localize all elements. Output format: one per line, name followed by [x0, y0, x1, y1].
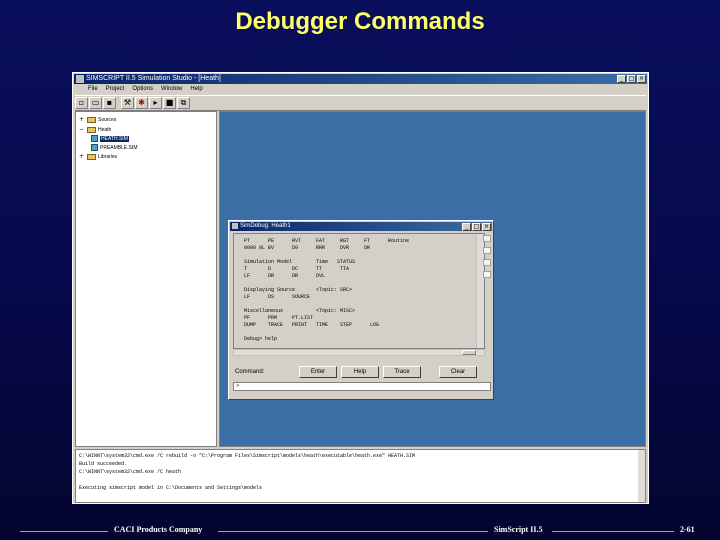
output-line: 0000 0L BV D0 RRR DVR DR [238, 245, 371, 251]
menubar: File Project Options Window Help [74, 84, 647, 94]
tree-item-label: PREAMBLE.SIM [100, 144, 138, 151]
toolbar: ▫ ▭ ▪ ⚒ ✱ ▸ ■ ⧉ [75, 95, 646, 111]
debug-icon[interactable]: ✱ [135, 97, 148, 109]
slide-title: Debugger Commands [235, 8, 485, 35]
stop-icon[interactable]: ■ [163, 97, 176, 109]
debug-window-icon [232, 223, 238, 229]
tree-item-sources[interactable]: + Sources [79, 115, 116, 124]
close-icon[interactable]: × [482, 223, 491, 231]
app-icon [76, 75, 84, 83]
tree-item-heath[interactable]: − Heath [79, 125, 111, 134]
tree-item-preamble-sim[interactable]: PREAMBLE.SIM [91, 143, 138, 152]
tree-item-label: Libraries [98, 153, 118, 160]
tree-item-heath-sim[interactable]: HEATH.SIM [91, 134, 129, 143]
footer-page-number: 2-61 [680, 525, 695, 534]
clear-button[interactable]: Clear [439, 366, 477, 378]
console-line: Build succeeded. [79, 461, 128, 467]
open-icon[interactable]: ▭ [89, 97, 102, 109]
menu-window[interactable]: Window [161, 84, 182, 94]
close-icon[interactable]: × [637, 75, 646, 83]
side-button[interactable] [483, 247, 491, 254]
menu-file[interactable]: File [88, 84, 98, 94]
minimize-icon[interactable]: _ [617, 75, 626, 83]
app-window-title: SIMSCRIPT II.5 Simulation Studio - [Heat… [86, 75, 221, 82]
output-line: Debug> help [238, 336, 278, 342]
new-icon[interactable]: ▫ [75, 97, 88, 109]
footer-rule [20, 531, 108, 532]
menu-options[interactable]: Options [132, 84, 153, 94]
output-line: DUMP TRACE PRINT TIME STEP LOG [238, 322, 380, 328]
console-line: C:\WINNT\system32\cmd.exe /C rebuild -o … [79, 453, 416, 459]
help-button[interactable]: Help [341, 366, 379, 378]
simulation-studio-window: SIMSCRIPT II.5 Simulation Studio - [Heat… [72, 72, 649, 504]
command-input[interactable]: > [233, 382, 491, 391]
app-titlebar[interactable]: SIMSCRIPT II.5 Simulation Studio - [Heat… [74, 74, 647, 84]
mdi-workspace: SimDebug: Heath1 _ □ × PT PE RVT FAT RGT… [219, 111, 646, 447]
output-line: Displaying Source <Topic: SRC> [238, 287, 353, 293]
collapse-icon[interactable]: − [79, 126, 85, 133]
folder-icon [87, 153, 96, 160]
side-buttons [483, 235, 491, 278]
tree-item-label: Sources [98, 116, 117, 123]
build-output-pane[interactable]: C:\WINNT\system32\cmd.exe /C rebuild -o … [75, 449, 646, 503]
run-icon[interactable]: ▸ [149, 97, 162, 109]
console-scrollbar[interactable] [638, 450, 645, 502]
folder-icon [87, 126, 96, 133]
folder-icon [87, 116, 96, 123]
source-file-icon [91, 135, 98, 142]
scroll-thumb[interactable] [462, 350, 476, 355]
tree-item-label: HEATH.SIM [100, 135, 129, 142]
output-line: Simulation Model Time STATUS [238, 259, 356, 265]
output-line: T D DC TT TTA [238, 266, 350, 272]
expand-icon[interactable]: + [79, 116, 85, 123]
console-line: C:\WINNT\system32\cmd.exe /C heath [79, 469, 182, 475]
menu-project[interactable]: Project [106, 84, 125, 94]
output-line: Miscellaneous <Topic: MISC> [238, 308, 356, 314]
simdebug-window: SimDebug: Heath1 _ □ × PT PE RVT FAT RGT… [228, 220, 494, 400]
footer-company: CACI Products Company [114, 525, 203, 534]
window-icon[interactable]: ⧉ [177, 97, 190, 109]
footer-rule [552, 531, 674, 532]
build-icon[interactable]: ⚒ [121, 97, 134, 109]
side-button[interactable] [483, 271, 491, 278]
command-label: Command: [235, 369, 265, 375]
footer-rule [218, 531, 488, 532]
simdebug-title: SimDebug: Heath1 [240, 223, 291, 229]
console-line: Executing simscript model in C:\Document… [79, 485, 263, 491]
maximize-icon[interactable]: □ [627, 75, 636, 83]
output-line: LF DR DR DVL [238, 273, 326, 279]
project-tree: + Sources − Heath HEATH.SIM PREAMBLE.SIM… [75, 111, 217, 447]
tree-item-label: Heath [98, 126, 112, 133]
maximize-icon[interactable]: □ [472, 223, 481, 231]
side-button[interactable] [483, 235, 491, 242]
output-horizontal-scrollbar[interactable] [233, 349, 485, 356]
source-file-icon [91, 144, 98, 151]
debug-output-area[interactable]: PT PE RVT FAT RGT FT Routine 0000 0L BV … [233, 233, 485, 349]
output-line: PF PRM PT.LIST [238, 315, 314, 321]
output-line: PT PE RVT FAT RGT FT Routine [238, 238, 410, 244]
enter-button[interactable]: Enter [299, 366, 337, 378]
minimize-icon[interactable]: _ [462, 223, 471, 231]
menu-help[interactable]: Help [190, 84, 202, 94]
simdebug-titlebar[interactable]: SimDebug: Heath1 _ □ × [230, 222, 492, 231]
output-line: LF DS SOURCE [238, 294, 311, 300]
save-icon[interactable]: ▪ [103, 97, 116, 109]
trace-button[interactable]: Trace [383, 366, 421, 378]
side-button[interactable] [483, 259, 491, 266]
footer-product: SimScript II.5 [494, 525, 543, 534]
expand-icon[interactable]: + [79, 153, 85, 160]
tree-item-libraries[interactable]: + Libraries [79, 152, 117, 161]
